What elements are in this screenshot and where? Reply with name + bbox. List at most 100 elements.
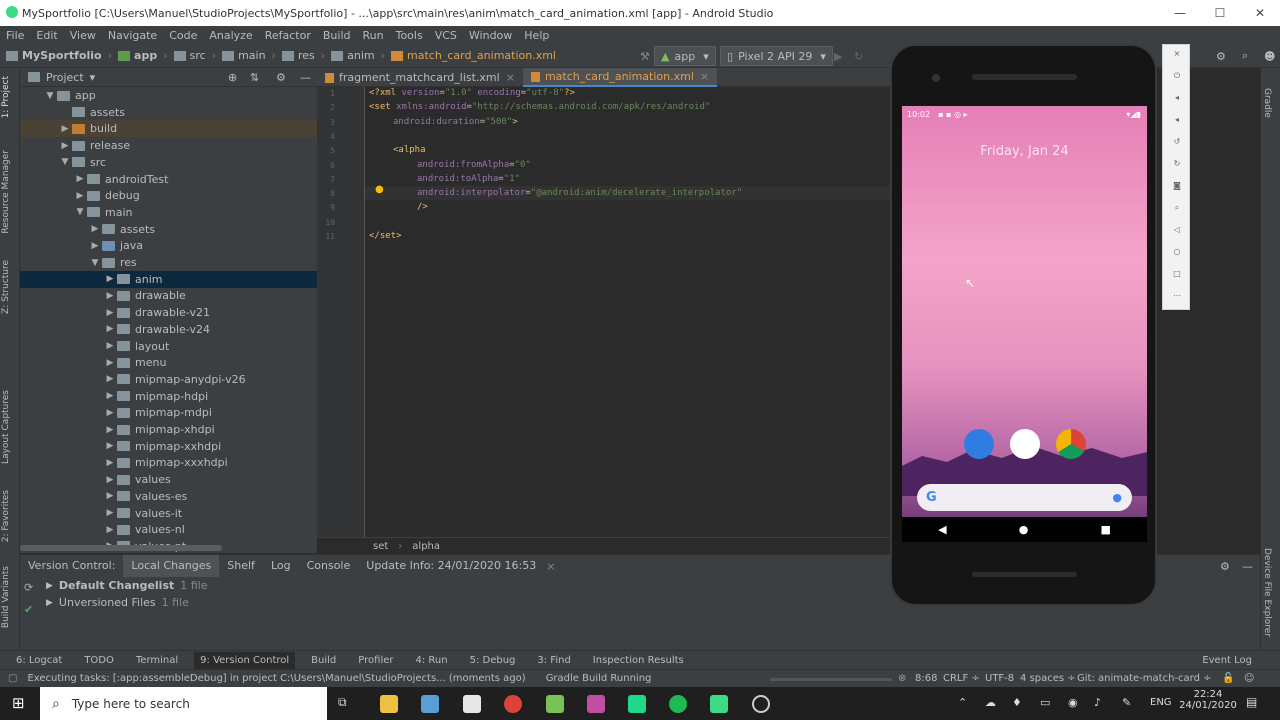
chevron-right-icon[interactable]: ▶: [103, 525, 117, 535]
tool-tab-favorites[interactable]: 2: Favorites: [1, 490, 11, 542]
assistant-icon[interactable]: ●: [1112, 491, 1122, 504]
menu-vcs[interactable]: VCS: [429, 29, 463, 42]
tab-fragment-matchcard-list[interactable]: fragment_matchcard_list.xml ×: [317, 68, 523, 87]
recents-icon[interactable]: ■: [1101, 523, 1111, 536]
chevron-right-icon[interactable]: ▶: [103, 508, 117, 518]
taskbar-search[interactable]: ⌕ Type here to search: [40, 687, 327, 720]
tool-tab-structure[interactable]: Z: Structure: [1, 260, 11, 314]
sdk-manager-icon[interactable]: ⚙: [1210, 46, 1226, 66]
code-editor[interactable]: <?xml version="1.0" encoding="utf-8"?> <s…: [365, 87, 892, 537]
tool-tab-profiler[interactable]: Profiler: [352, 652, 399, 669]
task-view-icon[interactable]: ⧉: [338, 695, 356, 713]
volume-down-icon[interactable]: ◂: [1172, 115, 1182, 125]
code-line[interactable]: />: [417, 200, 428, 214]
tool-tab-9-version-control[interactable]: 9: Version Control: [194, 651, 296, 669]
pen-icon[interactable]: ✎: [1122, 696, 1131, 709]
avatar-icon[interactable]: ☻: [1258, 46, 1275, 66]
menu-run[interactable]: Run: [357, 29, 390, 42]
camera-icon[interactable]: ◙: [1172, 181, 1182, 191]
tool-tab-terminal[interactable]: Terminal: [130, 652, 184, 669]
chevron-right-icon[interactable]: ▶: [58, 141, 72, 151]
code-line[interactable]: android:duration="500">: [393, 115, 518, 129]
windows-start-icon[interactable]: ⊞: [12, 694, 30, 712]
home-icon[interactable]: ○: [1172, 247, 1182, 257]
tree-item-app[interactable]: ▼ app: [20, 87, 317, 104]
chevron-right-icon[interactable]: ▶: [103, 425, 117, 435]
back-icon[interactable]: ◁: [1172, 225, 1182, 235]
chevron-down-icon[interactable]: ▼: [58, 157, 72, 167]
tree-item-mipmap-xxxhdpi[interactable]: ▶ mipmap-xxxhdpi: [20, 454, 317, 471]
code-line[interactable]: </set>: [369, 229, 402, 243]
lightbulb-icon[interactable]: ●: [375, 184, 385, 195]
tree-item-menu[interactable]: ▶ menu: [20, 354, 317, 371]
volume-up-icon[interactable]: ◂: [1172, 93, 1182, 103]
tool-tab-project[interactable]: 1: Project: [1, 76, 11, 118]
gear-icon[interactable]: ⚙: [1220, 560, 1230, 573]
tree-item-mipmap-xhdpi[interactable]: ▶ mipmap-xhdpi: [20, 421, 317, 438]
changelist-unversioned[interactable]: ▶ Unversioned Files 1 file: [46, 596, 189, 609]
breadcrumb-app[interactable]: app ›: [118, 49, 168, 62]
commit-check-icon[interactable]: ✔: [24, 603, 33, 616]
lock-icon[interactable]: 🔓: [1222, 673, 1234, 684]
battery-icon[interactable]: ▭: [1040, 696, 1050, 709]
run-config-dropdown[interactable]: ▲ app ▾: [654, 46, 716, 66]
chevron-right-icon[interactable]: ▶: [103, 358, 117, 368]
tree-item-mipmap-hdpi[interactable]: ▶ mipmap-hdpi: [20, 388, 317, 405]
tree-item-anim[interactable]: ▶ anim: [20, 270, 317, 288]
code-line[interactable]: android:toAlpha="1": [417, 172, 520, 186]
chevron-right-icon[interactable]: ▶: [103, 341, 117, 351]
menu-view[interactable]: View: [64, 29, 102, 42]
tool-tab-3-find[interactable]: 3: Find: [531, 652, 576, 669]
changelist-default[interactable]: ▶ Default Changelist 1 file: [46, 579, 208, 592]
tab-match-card-animation[interactable]: match_card_animation.xml ×: [522, 68, 718, 87]
menu-navigate[interactable]: Navigate: [102, 29, 163, 42]
maximize-button[interactable]: ☐: [1200, 0, 1240, 26]
more-icon[interactable]: ⋯: [1172, 291, 1182, 301]
expand-icon[interactable]: ▢: [8, 673, 17, 684]
code-line[interactable]: <set xmlns:android="http://schemas.andro…: [369, 100, 710, 114]
spotify-icon[interactable]: [669, 695, 687, 713]
language-indicator[interactable]: ENG: [1150, 697, 1172, 708]
chevron-right-icon[interactable]: ▶: [103, 458, 117, 468]
lockscreen-date[interactable]: Friday, Jan 24: [902, 144, 1147, 159]
close-tab-icon[interactable]: ×: [506, 71, 515, 84]
tool-tab-6-logcat[interactable]: 6: Logcat: [10, 652, 68, 669]
search-icon[interactable]: ⌕: [1236, 46, 1252, 66]
chevron-right-icon[interactable]: ▶: [103, 391, 117, 401]
cancel-icon[interactable]: ⊗: [898, 673, 906, 684]
code-line[interactable]: <alpha: [393, 143, 426, 157]
code-line[interactable]: android:interpolator="@android:anim/dece…: [417, 186, 742, 200]
chevron-right-icon[interactable]: ▶: [103, 308, 117, 318]
chevron-right-icon[interactable]: ▶: [103, 408, 117, 418]
hide-icon[interactable]: —: [1242, 560, 1253, 573]
gear-icon[interactable]: ⚙: [276, 71, 286, 84]
gradle-status[interactable]: Gradle Build Running: [546, 673, 652, 684]
chevron-right-icon[interactable]: ▶: [88, 241, 102, 251]
file-encoding[interactable]: UTF-8: [985, 673, 1014, 684]
menu-code[interactable]: Code: [163, 29, 203, 42]
menu-file[interactable]: File: [0, 29, 30, 42]
rerun-icon[interactable]: ↻: [848, 46, 864, 66]
tree-item-values-es[interactable]: ▶ values-es: [20, 488, 317, 505]
chrome-taskbar-icon[interactable]: [504, 695, 522, 713]
chevron-right-icon[interactable]: ▶: [88, 224, 102, 234]
back-icon[interactable]: ◀: [938, 523, 946, 536]
chevron-right-icon[interactable]: ▶: [58, 124, 72, 134]
breadcrumb-main[interactable]: main ›: [222, 49, 276, 62]
line-separator[interactable]: CRLF ÷: [943, 673, 980, 684]
tool-tab-layout-captures[interactable]: Layout Captures: [1, 390, 11, 464]
breadcrumb-set[interactable]: set: [373, 541, 388, 552]
code-line[interactable]: <?xml version="1.0" encoding="utf-8"?>: [369, 86, 575, 100]
microphone-icon[interactable]: ♦: [1012, 696, 1022, 709]
github-icon[interactable]: [752, 695, 770, 713]
tool-tab-build[interactable]: Build: [305, 652, 342, 669]
chevron-right-icon[interactable]: ▶: [103, 274, 117, 284]
phone-screen[interactable]: 10:02 ▪ ▪ ◎ ▸ ▾◢▮ Friday, Jan 24 ↖ G ● ◀…: [902, 106, 1147, 542]
tree-item-mipmap-xxhdpi[interactable]: ▶ mipmap-xxhdpi: [20, 438, 317, 455]
menu-build[interactable]: Build: [317, 29, 357, 42]
tool-tab-device-file-explorer[interactable]: Device File Explorer: [1262, 548, 1272, 637]
hide-icon[interactable]: —: [300, 71, 311, 84]
breadcrumb-alpha[interactable]: alpha: [412, 541, 440, 552]
project-view-dropdown[interactable]: Project: [46, 71, 84, 84]
device-dropdown[interactable]: ▯ Pixel 2 API 29 ▾: [720, 46, 833, 66]
